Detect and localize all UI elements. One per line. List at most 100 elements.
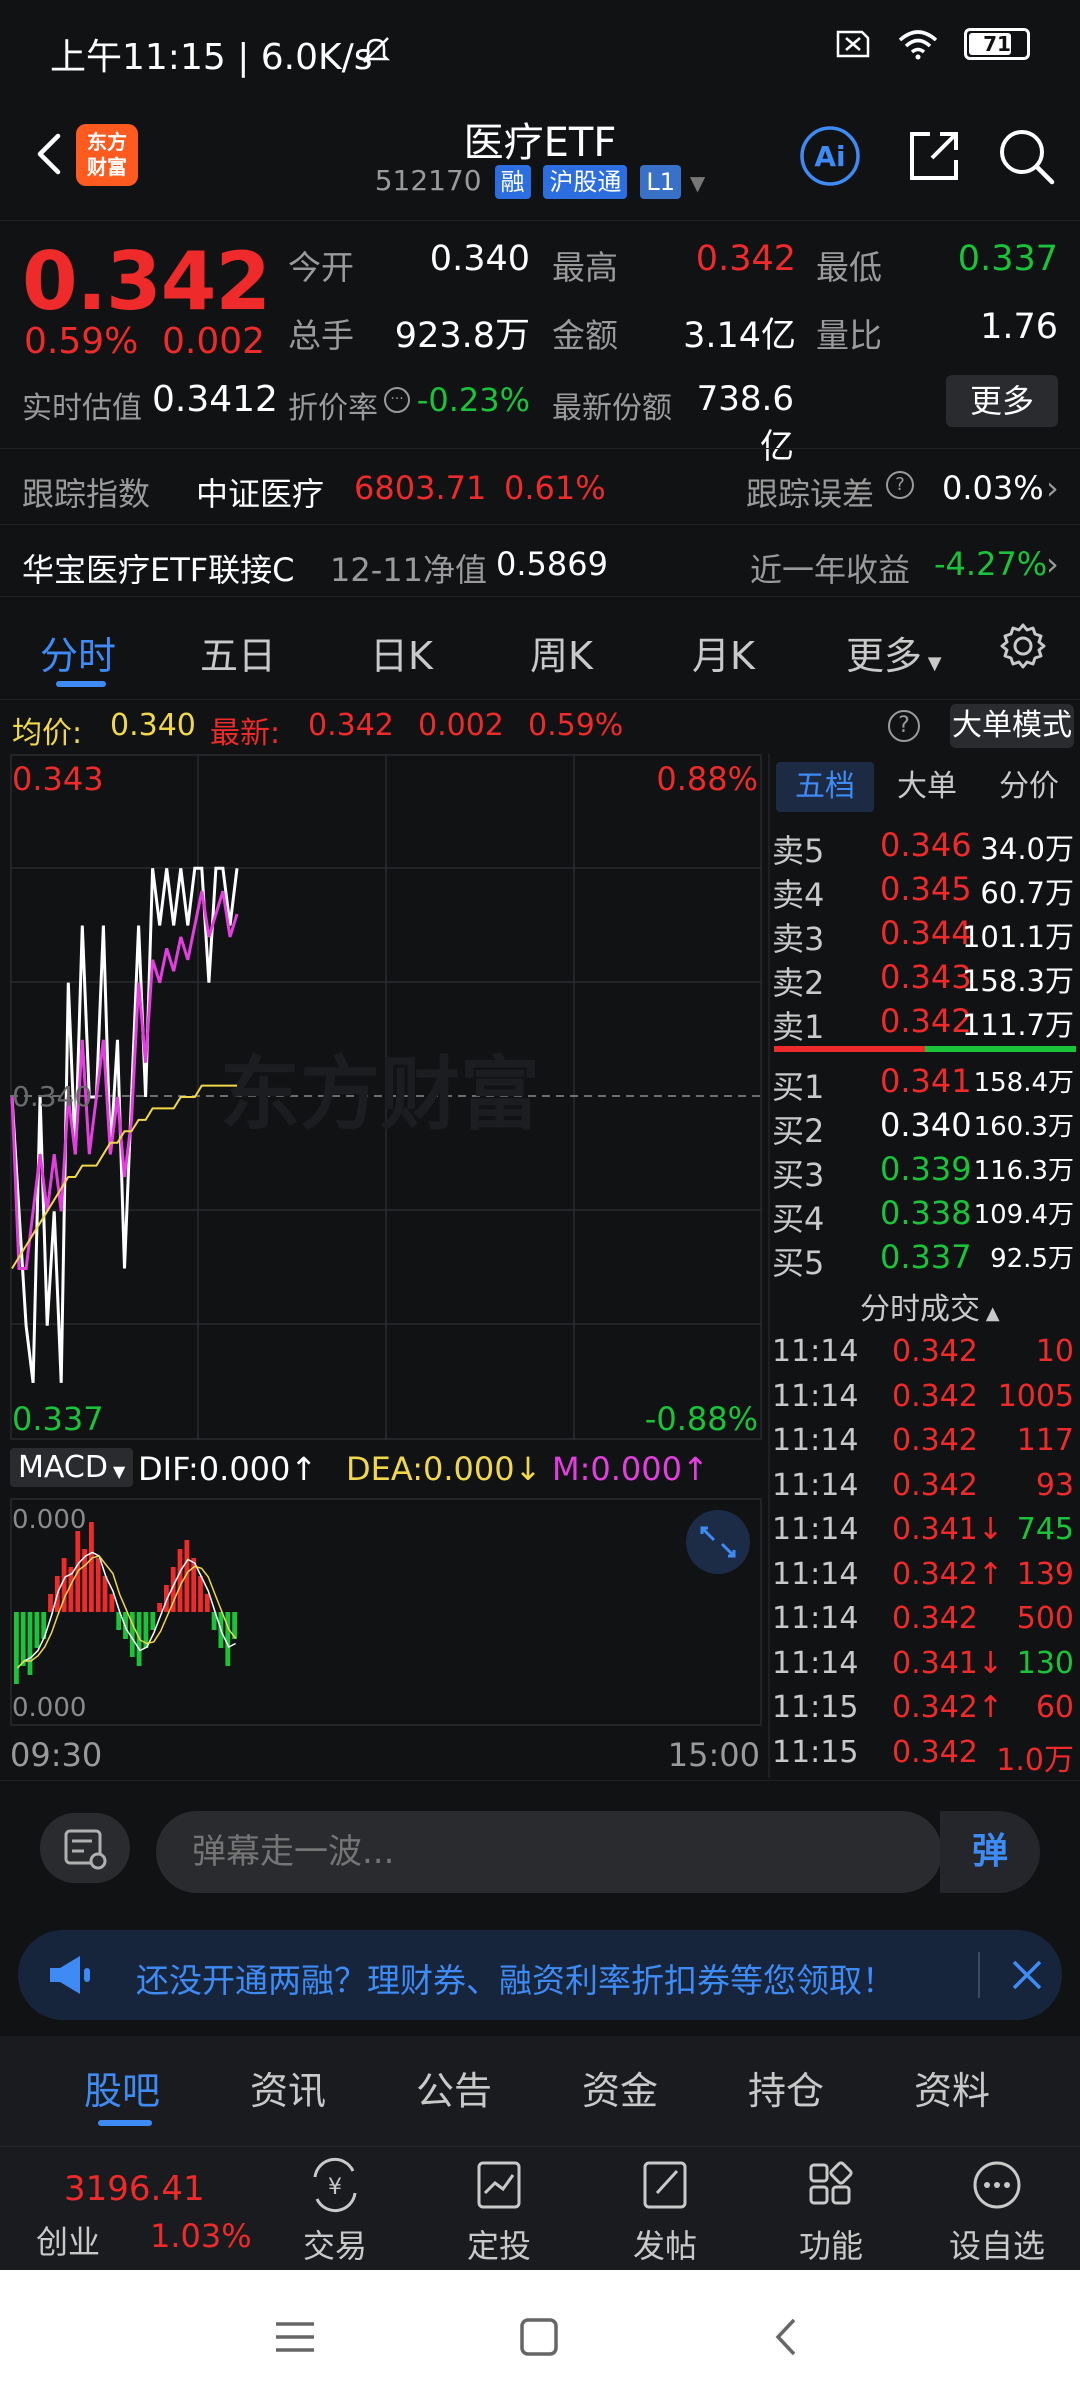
link-fund-row[interactable]: 华宝医疗ETF联接C 12-11净值 0.5869 近一年收益 -4.27% › (0, 524, 1080, 600)
tick-volume: 1.0万 (996, 1742, 1074, 1778)
macd-chart[interactable]: 0.000 0.000 (10, 1498, 762, 1726)
time-end: 15:00 (667, 1736, 760, 1774)
level-tag: L1 (640, 165, 681, 199)
home-icon[interactable] (514, 2312, 564, 2362)
gear-icon[interactable] (998, 621, 1048, 671)
bid-level-row[interactable]: 买3 0.339 116.3万 (770, 1150, 1080, 1194)
mute-bell-icon (361, 37, 391, 63)
ask-level-row[interactable]: 卖2 0.343 158.3万 (770, 958, 1080, 1002)
chevron-right-icon: › (1046, 469, 1059, 507)
index-name: 创业 (36, 2223, 101, 2261)
estimate-value: 0.3412 (152, 379, 278, 420)
ask-level-row[interactable]: 卖3 0.344 101.1万 (770, 914, 1080, 958)
svg-text:¥: ¥ (328, 2175, 342, 2200)
ask-level-row[interactable]: 卖5 0.346 34.0万 (770, 826, 1080, 870)
tick-volume: 93 (1035, 1467, 1074, 1503)
price-lines (10, 866, 239, 1383)
tab-announcements[interactable]: 公告 (416, 2060, 492, 2115)
tab-monthly-k[interactable]: 月K (692, 625, 755, 680)
tab-intraday[interactable]: 分时 (40, 625, 116, 680)
tick-time: 11:14 (772, 1423, 859, 1458)
bid-level-price: 0.337 (880, 1238, 972, 1276)
volume-label: 总手 (288, 316, 354, 355)
tab-profile[interactable]: 资料 (914, 2060, 990, 2115)
macd-bar (225, 1612, 231, 1666)
add-watchlist-button[interactable]: 设自选 (942, 2157, 1052, 2267)
close-icon[interactable] (1002, 1950, 1052, 2000)
status-time: 上午11:15 | 6.0K/s (50, 37, 373, 78)
tracking-index-name: 中证医疗 (196, 475, 325, 513)
tab-weekly-k[interactable]: 周K (530, 625, 593, 680)
expand-icon[interactable] (686, 1510, 750, 1574)
latest-pct: 0.59% (528, 708, 624, 743)
ask-level-price: 0.344 (880, 914, 972, 952)
tab-more[interactable]: 更多 ▼ (846, 625, 942, 680)
functions-button[interactable]: 功能 (776, 2157, 886, 2267)
trend-chart-icon (477, 2161, 521, 2209)
tab-indicator (56, 681, 106, 687)
danmu-send-button[interactable]: 弹 (940, 1811, 1040, 1893)
tracking-index-row[interactable]: 跟踪指数 中证医疗 6803.71 0.61% 跟踪误差 ? 0.03% › (0, 448, 1080, 524)
status-bar: 上午11:15 | 6.0K/s 71 (0, 0, 1080, 100)
trade-button[interactable]: ¥ 交易 (280, 2157, 390, 2267)
bid-level-row[interactable]: 买1 0.341 158.4万 (770, 1062, 1080, 1106)
ask-level-label: 卖1 (772, 1008, 825, 1046)
macd-dif: DIF:0.000↑ (138, 1450, 318, 1488)
danmu-input[interactable] (156, 1811, 942, 1893)
macd-selector[interactable]: MACD ▼ (10, 1448, 134, 1487)
ai-assistant-icon[interactable]: Ai (798, 124, 862, 188)
link-fund-name: 华宝医疗ETF联接C (22, 551, 295, 589)
tab-news[interactable]: 资讯 (250, 2060, 326, 2115)
tab-big-orders[interactable]: 大单 (882, 762, 972, 812)
bid-level-row[interactable]: 买2 0.340 160.3万 (770, 1106, 1080, 1150)
tab-holdings[interactable]: 持仓 (748, 2060, 824, 2115)
tab-daily-k[interactable]: 日K (370, 625, 433, 680)
grid-icon (809, 2161, 853, 2205)
watermark: 东方财富 (220, 1048, 540, 1141)
big-order-mode-button[interactable]: 大单模式 (950, 704, 1074, 748)
ask-level-row[interactable]: 卖1 0.342 111.7万 (770, 1002, 1080, 1046)
search-icon[interactable] (994, 124, 1058, 188)
edit-icon (643, 2161, 687, 2209)
chart-info-line: 均价: 0.340 最新: 0.342 0.002 0.59% ? 大单模式 (0, 702, 1080, 751)
macd-bar (204, 1594, 210, 1612)
tick-price: 0.342 (892, 1734, 978, 1770)
tick-row: 11:14 0.342 117 (770, 1423, 1080, 1467)
latest-value: 0.342 (308, 708, 394, 743)
tracking-error-value: 0.03% (942, 469, 1044, 507)
menu-icon[interactable] (270, 2312, 320, 2362)
danmu-bar: 弹 (0, 1780, 1080, 1930)
ask-level-price: 0.343 (880, 958, 972, 996)
macd-bottom-label: 0.000 (12, 1693, 86, 1723)
investment-plan-button[interactable]: 定投 (444, 2157, 554, 2267)
danmu-settings-icon[interactable] (40, 1813, 130, 1883)
help-icon[interactable]: ? (888, 710, 920, 742)
promo-banner[interactable]: 还没开通两融？理财券、融资利率折扣券等您领取！ (18, 1930, 1062, 2020)
share-icon[interactable] (902, 124, 966, 188)
bid-level-row[interactable]: 买4 0.338 109.4万 (770, 1194, 1080, 1238)
tick-price: 0.342↑ (892, 1690, 1004, 1725)
back-icon[interactable] (762, 2312, 812, 2362)
discount-value: -0.23% (416, 381, 530, 419)
tab-funds[interactable]: 资金 (582, 2060, 658, 2115)
bid-level-label: 买2 (772, 1112, 825, 1150)
bid-level-label: 买1 (772, 1068, 825, 1106)
tab-five-day[interactable]: 五日 (200, 625, 276, 680)
more-button[interactable]: 更多 (946, 375, 1058, 427)
ask-level-row[interactable]: 卖4 0.345 60.7万 (770, 870, 1080, 914)
post-button[interactable]: 发帖 (610, 2157, 720, 2267)
intraday-chart[interactable]: 东方财富 0.343 0.88% 0.340 0.337 -0.88% (10, 754, 762, 1440)
dropdown-caret-icon[interactable]: ▼ (690, 171, 705, 195)
low-value: 0.337 (957, 239, 1058, 279)
amount-value: 3.14亿 (683, 316, 796, 356)
tab-five-levels[interactable]: 五档 (776, 762, 874, 812)
tab-forum[interactable]: 股吧 (84, 2060, 160, 2115)
tick-title[interactable]: 分时成交 ▲ (860, 1284, 1000, 1328)
tick-price: 0.342 (892, 1378, 978, 1414)
system-nav-bar (0, 2270, 1080, 2400)
tab-price-dist[interactable]: 分价 (982, 762, 1076, 812)
help-icon[interactable]: ? (886, 471, 914, 499)
info-dots-icon[interactable]: ··· (384, 387, 410, 413)
bid-level-row[interactable]: 买5 0.337 92.5万 (770, 1238, 1080, 1282)
sim-off-icon (836, 30, 870, 58)
